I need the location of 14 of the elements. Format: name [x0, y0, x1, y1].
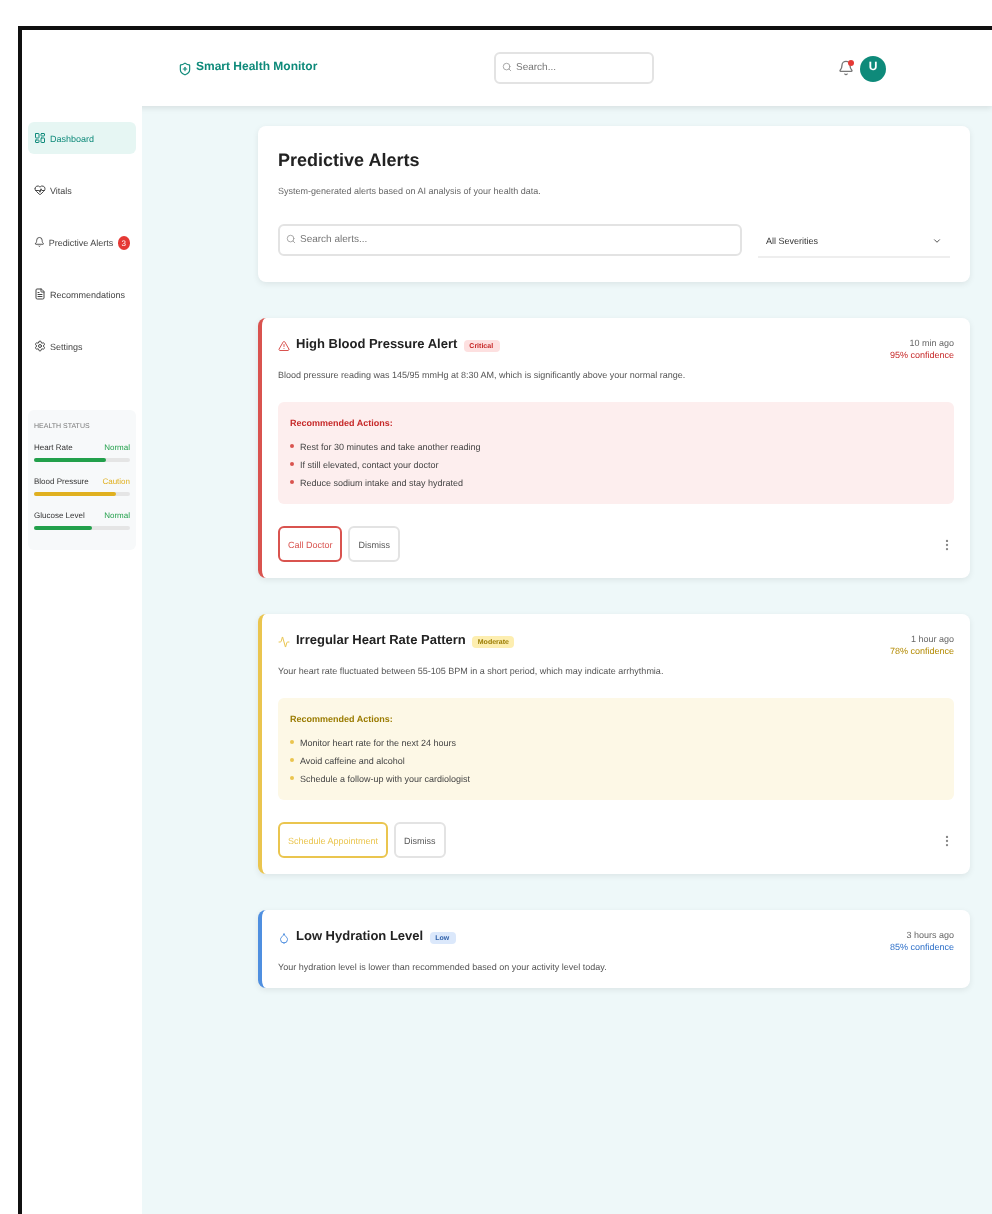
chevron-down-icon: [932, 235, 942, 245]
page-title: Predictive Alerts: [278, 150, 422, 170]
warning-icon: [278, 339, 290, 351]
dashboard-icon: [34, 132, 46, 144]
notification-button[interactable]: [838, 60, 854, 76]
settings-icon: [34, 340, 46, 352]
search-icon: [286, 234, 296, 244]
bell-icon: [34, 236, 45, 248]
shield-icon: [178, 61, 192, 75]
droplet-icon: [278, 931, 290, 943]
document-icon: [34, 288, 46, 300]
search-icon: [502, 62, 512, 72]
heart-icon: [34, 184, 46, 196]
pulse-icon: [278, 635, 290, 647]
